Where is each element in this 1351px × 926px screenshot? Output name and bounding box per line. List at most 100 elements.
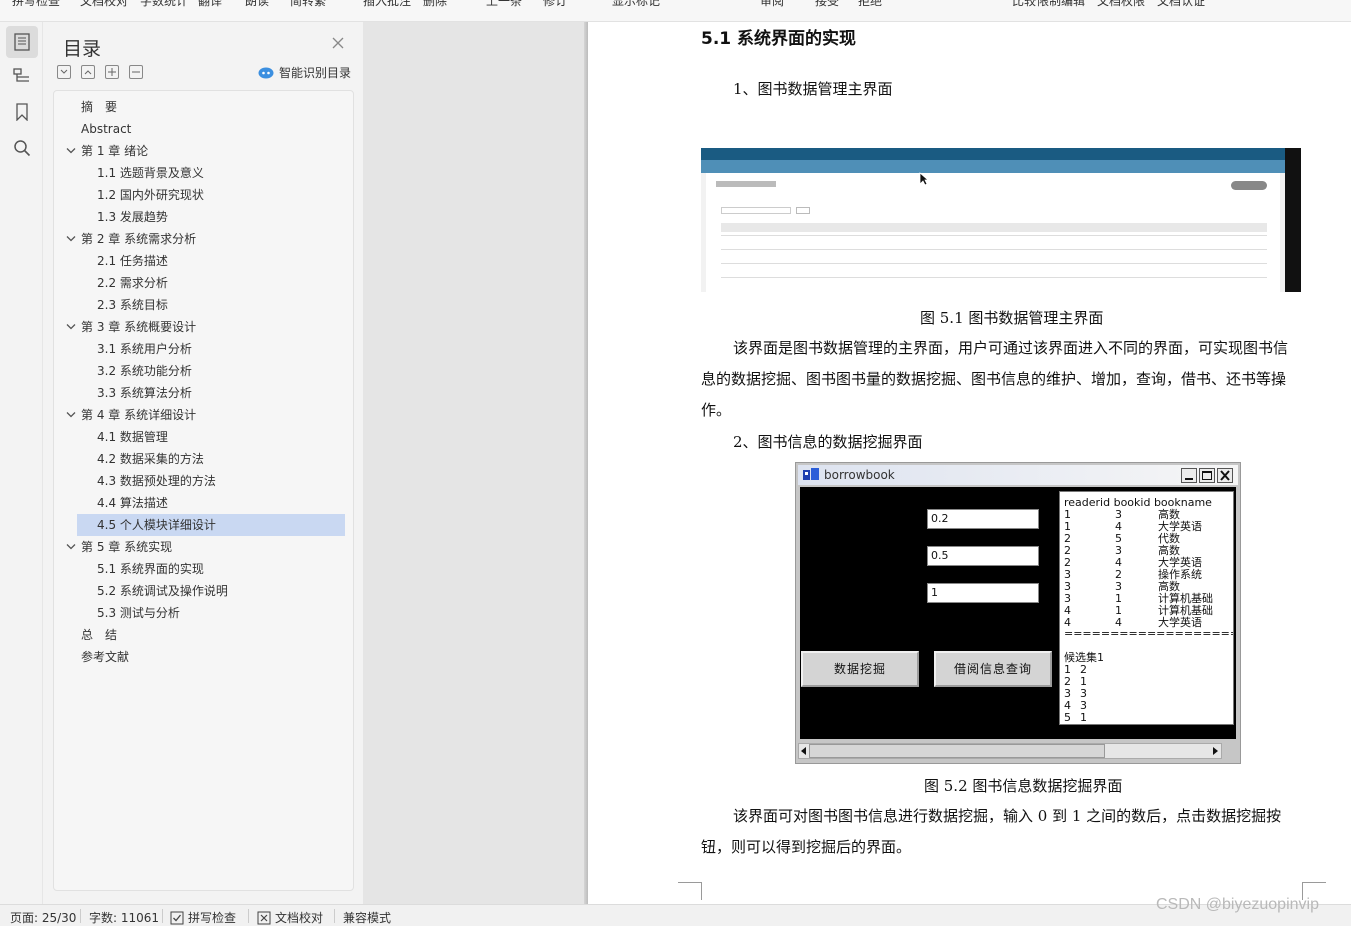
level-input[interactable]: 1 (927, 583, 1039, 603)
toc-item-label: 2.1 任务描述 (97, 254, 168, 268)
toc-chapter-item[interactable]: 摘 要 (54, 96, 353, 118)
chevron-down-icon[interactable] (66, 323, 76, 331)
support-input[interactable]: 0.2 (927, 509, 1039, 529)
minimize-icon[interactable] (1181, 468, 1197, 483)
toc-section-item[interactable]: 3.2 系统功能分析 (54, 360, 353, 382)
toolbar-item[interactable]: 上一条 (486, 0, 522, 9)
toc-item-label: 参考文献 (81, 650, 130, 664)
toc-item-label: 4.4 算法描述 (97, 496, 168, 510)
toolbar-item[interactable]: 文档校对 (80, 0, 128, 9)
toc-section-item[interactable]: 4.1 数据管理 (54, 426, 353, 448)
borrow-query-button[interactable]: 借阅信息查询 (934, 651, 1052, 687)
toolbar-item[interactable]: 拼写检查 (12, 0, 60, 9)
toolbar-item[interactable]: 字数统计 (140, 0, 188, 9)
toc-section-item[interactable]: 2.1 任务描述 (54, 250, 353, 272)
maximize-icon[interactable] (1199, 468, 1215, 483)
subheading-2: 2、图书信息的数据挖掘界面 (733, 433, 923, 451)
figure-borrowbook-window: borrowbook 0.2 0.5 1 数据挖掘 借阅信息查询 readeri… (795, 462, 1241, 764)
search-icon[interactable] (6, 132, 38, 164)
toc-section-item[interactable]: 3.1 系统用户分析 (54, 338, 353, 360)
toc-chapter-item[interactable]: 第 2 章 系统需求分析 (54, 228, 353, 250)
chevron-down-icon[interactable] (66, 411, 76, 419)
toc-chapter-item[interactable]: 第 4 章 系统详细设计 (54, 404, 353, 426)
bookmark-icon[interactable] (6, 96, 38, 128)
toolbar-item[interactable]: 拒绝 (858, 0, 882, 9)
toolbar-item[interactable]: 修订 (543, 0, 567, 9)
watermark: CSDN @biyezuopinvip (1156, 896, 1319, 913)
toc-section-item[interactable]: 2.3 系统目标 (54, 294, 353, 316)
toolbar-item[interactable]: 文档权限 (1097, 0, 1145, 9)
word-count[interactable]: 字数: 11061 (89, 909, 159, 926)
chevron-down-icon[interactable] (66, 147, 76, 155)
figure-book-management-screenshot (701, 148, 1301, 292)
toc-chapter-item[interactable]: 第 5 章 系统实现 (54, 536, 353, 558)
navigation-tree-icon[interactable] (6, 60, 38, 92)
toc-item-label: 3.1 系统用户分析 (97, 342, 192, 356)
toolbar-item[interactable]: 文档认证 (1157, 0, 1205, 9)
plus-icon[interactable] (105, 65, 119, 79)
toc-section-item[interactable]: 5.1 系统界面的实现 (54, 558, 353, 580)
toc-section-item[interactable]: 5.3 测试与分析 (54, 602, 353, 624)
chevron-down-icon[interactable] (66, 235, 76, 243)
toc-item-label: 5.1 系统界面的实现 (97, 562, 204, 576)
toolbar-item[interactable]: 显示标记 (612, 0, 660, 9)
toolbar-item[interactable]: 接受 (815, 0, 839, 9)
toc-item-label: 4.3 数据预处理的方法 (97, 474, 216, 488)
toolbar-item[interactable]: 简转繁 (290, 0, 326, 9)
figure-caption-2: 图 5.2 图书信息数据挖掘界面 (924, 777, 1123, 795)
toc-section-item[interactable]: 4.5 个人模块详细设计 (77, 514, 345, 536)
chevron-down-icon[interactable] (66, 543, 76, 551)
page-indicator[interactable]: 页面: 25/30 (10, 909, 76, 926)
compat-mode: 兼容模式 (343, 911, 392, 925)
scroll-thumb[interactable] (809, 744, 1105, 758)
toc-section-item[interactable]: 4.4 算法描述 (54, 492, 353, 514)
confidence-input[interactable]: 0.5 (927, 546, 1039, 566)
toolbar-item[interactable]: 插入批注 (363, 0, 411, 9)
toc-section-item[interactable]: 4.2 数据采集的方法 (54, 448, 353, 470)
toc-section-item[interactable]: 1.1 选题背景及意义 (54, 162, 353, 184)
toolbar-item[interactable]: 朗读 (245, 0, 269, 9)
toc-chapter-item[interactable]: Abstract (54, 118, 353, 140)
toc-section-item[interactable]: 3.3 系统算法分析 (54, 382, 353, 404)
toc-item-label: 4.1 数据管理 (97, 430, 168, 444)
toc-chapter-item[interactable]: 第 3 章 系统概要设计 (54, 316, 353, 338)
toolbar-item[interactable]: 翻译 (198, 0, 222, 9)
toc-list: 摘 要 Abstract 第 1 章 绪论 1.1 选题背景及意义 1.2 国内外研究现… (54, 96, 353, 668)
mouse-cursor-icon (919, 172, 929, 186)
toolbar-item[interactable]: 删除 (423, 0, 447, 9)
results-textarea[interactable]: readerid bookid bookname 1 3 高数 1 4 大学英语 2 5 代数 2 3… (1059, 491, 1234, 725)
toc-item-label: 1.1 选题背景及意义 (97, 166, 204, 180)
section-heading: 5.1 系统界面的实现 (701, 29, 857, 49)
minus-icon[interactable] (129, 65, 143, 79)
toc-section-item[interactable]: 2.2 需求分析 (54, 272, 353, 294)
toc-section-item[interactable]: 4.3 数据预处理的方法 (54, 470, 353, 492)
toc-panel: 目录 智能识别目录 摘 要 Abstract 第 1 章 绪论 1.1 选题背景及意义… (43, 22, 363, 904)
scroll-left-icon[interactable] (801, 747, 807, 755)
horizontal-scrollbar[interactable] (798, 743, 1222, 759)
smart-toc-button[interactable]: 智能识别目录 (258, 64, 351, 81)
app-icon (803, 468, 819, 480)
toc-chapter-item[interactable]: 参考文献 (54, 646, 353, 668)
spell-check-status[interactable]: 拼写检查 (170, 909, 236, 926)
proofread-status[interactable]: 文档校对 (257, 909, 323, 926)
scroll-right-icon[interactable] (1213, 747, 1219, 755)
close-window-icon[interactable] (1217, 468, 1233, 483)
toc-section-item[interactable]: 1.3 发展趋势 (54, 206, 353, 228)
toc-list-container: 摘 要 Abstract 第 1 章 绪论 1.1 选题背景及意义 1.2 国内外研究现… (53, 90, 354, 891)
toc-section-item[interactable]: 1.2 国内外研究现状 (54, 184, 353, 206)
status-bar: 页面: 25/30 字数: 11061 拼写检查 文档校对 兼容模式 (0, 904, 1351, 926)
expand-down-icon[interactable] (57, 65, 71, 79)
toolbar-item[interactable]: 限制编辑 (1037, 0, 1085, 9)
toc-section-item[interactable]: 5.2 系统调试及操作说明 (54, 580, 353, 602)
toolbar-item[interactable]: 审阅 (760, 0, 784, 9)
toc-chapter-item[interactable]: 总 结 (54, 624, 353, 646)
toc-chapter-item[interactable]: 第 1 章 绪论 (54, 140, 353, 162)
toc-item-label: 第 2 章 系统需求分析 (81, 232, 197, 246)
toc-item-label: 5.2 系统调试及操作说明 (97, 584, 228, 598)
toolbar-item[interactable]: 比较 (1012, 0, 1036, 9)
toc-panel-icon[interactable] (6, 26, 38, 58)
data-mining-button[interactable]: 数据挖掘 (801, 651, 919, 687)
collapse-up-icon[interactable] (81, 65, 95, 79)
toc-item-label: 4.5 个人模块详细设计 (97, 518, 216, 532)
close-icon[interactable] (331, 36, 347, 52)
